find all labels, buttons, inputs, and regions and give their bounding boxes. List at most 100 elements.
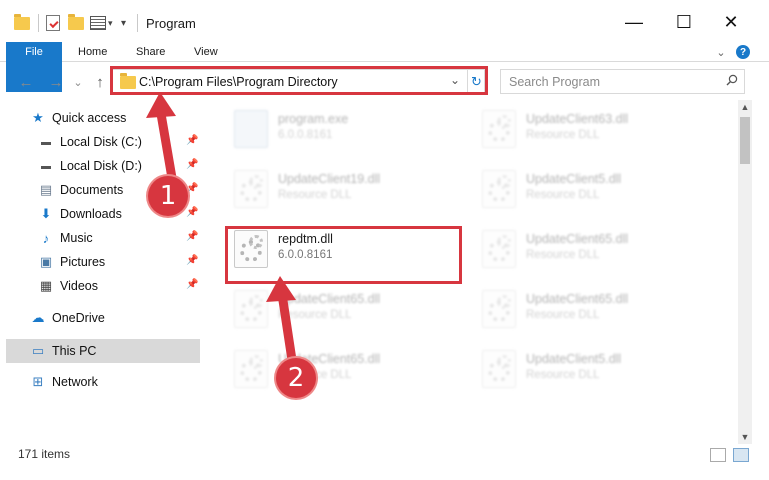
vertical-scrollbar[interactable]: ▲ ▼ [738, 100, 752, 444]
sidebar-item-pictures[interactable]: ▣ Pictures 📌 [38, 250, 200, 274]
file-detail: Resource DLL [526, 249, 600, 261]
computer-icon: ▭ [31, 343, 45, 358]
list-item[interactable]: UpdateClient5.dll Resource DLL [472, 342, 712, 392]
step-badge-1: 1 [148, 176, 188, 216]
pin-icon[interactable]: 📌 [186, 279, 198, 290]
drive-icon: ▬ [41, 136, 51, 148]
list-item[interactable]: UpdateClient65.dll Resource DLL [472, 282, 712, 332]
item-count: 171 items [18, 447, 71, 461]
back-button[interactable]: ← [16, 72, 36, 92]
pictures-icon: ▣ [39, 254, 53, 269]
list-item[interactable]: program.exe 6.0.0.8161 [224, 102, 464, 152]
maximize-button[interactable]: ☐ [664, 8, 704, 36]
dll-file-icon [234, 350, 268, 388]
search-input[interactable]: Search Program [509, 75, 600, 89]
details-view-icon[interactable] [710, 448, 726, 462]
file-name: program.exe [278, 112, 349, 126]
dll-file-icon [482, 290, 516, 328]
list-item[interactable]: UpdateClient5.dll Resource DLL [472, 162, 712, 212]
search-box[interactable]: Search Program [500, 69, 745, 94]
navigation-pane: ★ Quick access ▬ Local Disk (C:) 📌 ▬ Loc… [0, 100, 210, 438]
dll-file-icon [482, 170, 516, 208]
tab-share[interactable]: Share [124, 42, 177, 62]
scrollbar-thumb[interactable] [740, 117, 750, 164]
list-item[interactable]: UpdateClient65.dll Resource DLL [224, 282, 464, 332]
sidebar-item-local-disk-c[interactable]: ▬ Local Disk (C:) 📌 [38, 130, 200, 154]
file-name: UpdateClient19.dll [278, 172, 381, 186]
documents-icon: ▤ [39, 182, 53, 197]
file-name: UpdateClient65.dll [278, 292, 381, 306]
cloud-icon: ☁ [31, 310, 45, 325]
dll-file-icon [234, 170, 268, 208]
pin-icon[interactable]: 📌 [186, 231, 198, 242]
address-bar[interactable]: C:\Program Files\Program Directory ⌄ ↻ [112, 69, 485, 94]
pin-icon[interactable]: 📌 [186, 207, 198, 218]
scroll-down-icon[interactable]: ▼ [738, 430, 752, 444]
properties-check-icon[interactable] [46, 14, 60, 32]
pin-icon[interactable]: 📌 [186, 159, 198, 170]
dll-file-icon [234, 230, 268, 268]
title-bar: ▾ ▾ Program — ☐ ✕ [0, 0, 769, 42]
sidebar-item-music[interactable]: ♪ Music 📌 [38, 226, 200, 250]
dll-file-icon [482, 230, 516, 268]
recent-locations-button[interactable]: ⌄ [68, 72, 88, 92]
quick-access-dropdown-icon[interactable]: ▾ [121, 14, 126, 32]
sidebar-item-onedrive[interactable]: ☁ OneDrive [30, 306, 200, 330]
scroll-up-icon[interactable]: ▲ [738, 100, 752, 114]
videos-icon: ▦ [39, 278, 53, 293]
file-name: UpdateClient5.dll [526, 352, 622, 366]
ribbon-tabs: File Home Share View ⌄ ? [0, 42, 769, 92]
sidebar-item-label: Local Disk (C:) [60, 135, 142, 149]
tiles-view-icon[interactable] [733, 448, 749, 462]
sidebar-item-label: Network [52, 375, 98, 389]
sidebar-item-quick-access[interactable]: ★ Quick access [30, 106, 200, 130]
tab-home[interactable]: Home [66, 42, 119, 62]
close-button[interactable]: ✕ [711, 8, 751, 36]
toolbar-divider [137, 14, 138, 32]
address-path[interactable]: C:\Program Files\Program Directory [139, 75, 338, 89]
list-item-repdtm-dll[interactable]: repdtm.dll 6.0.0.8161 [224, 222, 464, 272]
search-icon[interactable] [726, 74, 738, 86]
refresh-button[interactable]: ↻ [467, 70, 485, 93]
new-folder-icon[interactable] [68, 13, 84, 32]
sidebar-item-label: Pictures [60, 255, 106, 269]
minimize-button[interactable]: — [614, 8, 654, 36]
up-button[interactable]: ↑ [90, 72, 110, 92]
address-dropdown-icon[interactable]: ⌄ [450, 73, 460, 87]
list-item[interactable]: UpdateClient65.dll Resource DLL [472, 222, 712, 272]
sidebar-item-videos[interactable]: ▦ Videos 📌 [38, 274, 200, 298]
pin-icon[interactable]: 📌 [186, 183, 198, 194]
sidebar-item-label: Local Disk (D:) [60, 159, 142, 173]
sidebar-item-this-pc[interactable]: ▭ This PC [6, 339, 200, 363]
forward-button[interactable]: → [46, 72, 66, 92]
list-item[interactable]: UpdateClient63.dll Resource DLL [472, 102, 712, 152]
pin-icon[interactable]: 📌 [186, 135, 198, 146]
chevron-down-icon[interactable]: ▾ [108, 14, 113, 32]
sidebar-item-label: Music [60, 231, 93, 245]
sidebar-item-network[interactable]: ⊞ Network [30, 370, 200, 394]
sidebar-item-label: This PC [52, 344, 97, 358]
list-item[interactable]: UpdateClient65.dll Resource DLL [224, 342, 464, 392]
navigation-bar: ← → ⌄ ↑ C:\Program Files\Program Directo… [0, 62, 769, 100]
list-item[interactable]: UpdateClient19.dll Resource DLL [224, 162, 464, 212]
folder-icon [120, 73, 136, 89]
tab-view[interactable]: View [182, 42, 230, 62]
sidebar-item-label: Videos [60, 279, 98, 293]
file-name: UpdateClient5.dll [526, 172, 622, 186]
pin-icon[interactable]: 📌 [186, 255, 198, 266]
drive-icon: ▬ [41, 160, 51, 172]
dll-file-icon [234, 290, 268, 328]
sidebar-item-label: Documents [60, 183, 124, 197]
file-detail: 6.0.0.8161 [278, 249, 333, 261]
folder-icon[interactable] [14, 13, 30, 32]
sidebar-item-label: Quick access [52, 111, 127, 125]
file-name: repdtm.dll [278, 232, 333, 246]
sidebar-item-local-disk-d[interactable]: ▬ Local Disk (D:) 📌 [38, 154, 200, 178]
expand-ribbon-icon[interactable]: ⌄ [712, 44, 730, 60]
music-icon: ♪ [42, 230, 50, 246]
help-icon[interactable]: ? [736, 45, 750, 59]
customize-toolbar-icon[interactable] [90, 14, 106, 32]
dll-file-icon [482, 110, 516, 148]
exe-file-icon [234, 110, 268, 148]
dll-file-icon [482, 350, 516, 388]
